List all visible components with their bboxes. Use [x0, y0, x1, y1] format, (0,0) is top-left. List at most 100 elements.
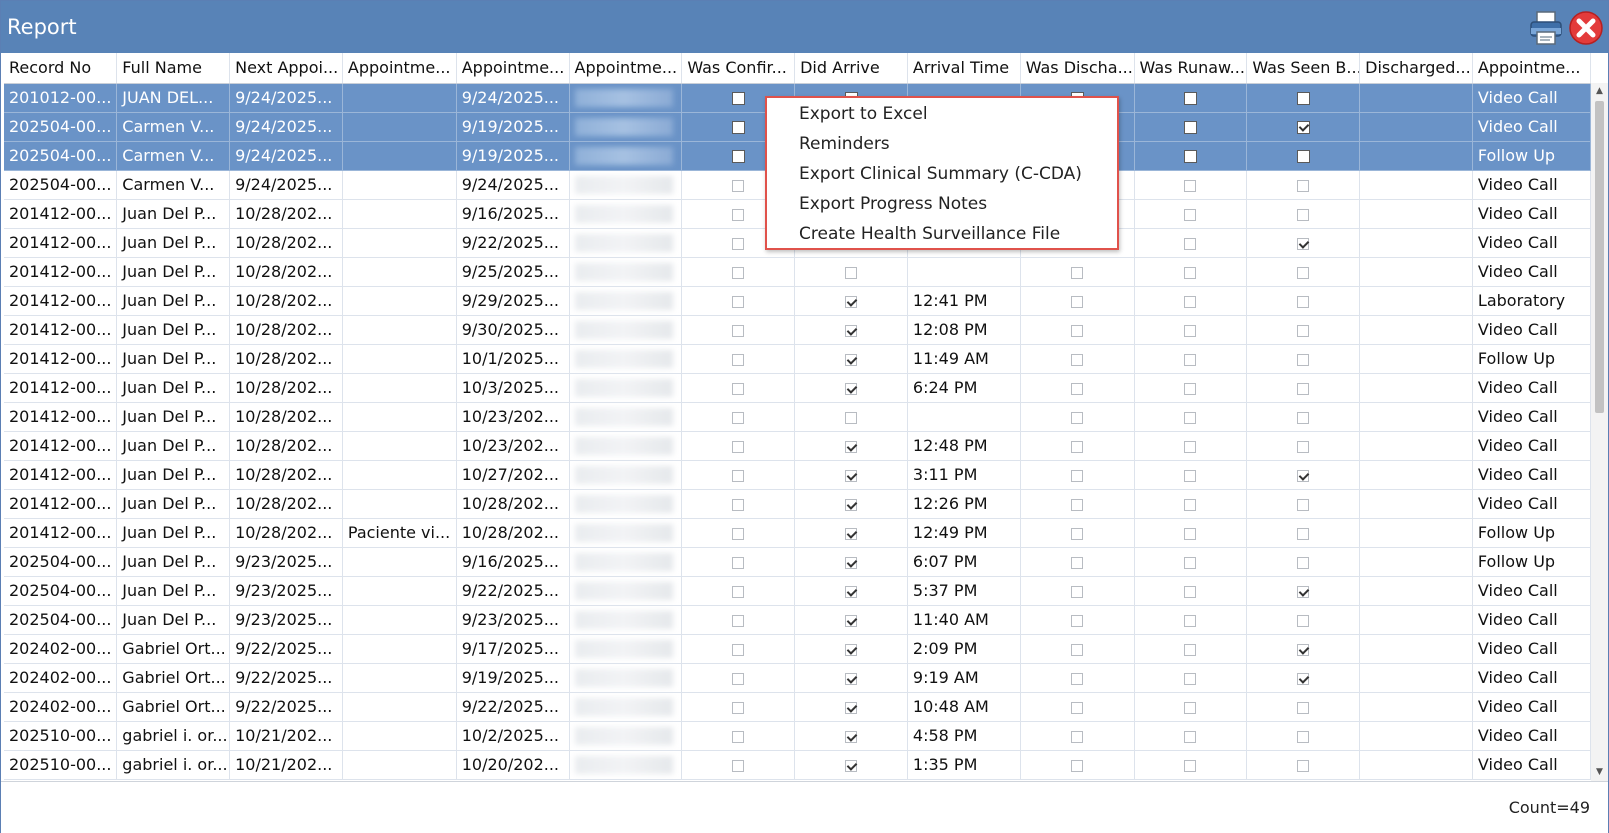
next-appointment-cell[interactable]: 9/24/2025...: [229, 170, 343, 200]
discharged-to-cell[interactable]: [1359, 692, 1473, 722]
full-name-cell[interactable]: Juan Del P...: [116, 373, 231, 403]
column-header[interactable]: Was Seen B...: [1246, 53, 1361, 84]
full-name-cell[interactable]: Juan Del P...: [116, 344, 231, 374]
arrival-time-cell[interactable]: 11:40 AM: [907, 605, 1021, 635]
record-no-cell[interactable]: 201412-00...: [4, 257, 118, 287]
was-runaway-checkbox[interactable]: [1184, 266, 1197, 279]
was-discharged-checkbox[interactable]: [1071, 556, 1084, 569]
was-runaway-checkbox[interactable]: [1184, 759, 1197, 772]
full-name-cell[interactable]: Gabriel Ort...: [116, 692, 231, 722]
appointment-note-cell[interactable]: [342, 286, 457, 316]
was-seen-checkbox[interactable]: [1297, 353, 1310, 366]
full-name-cell[interactable]: Juan Del P...: [116, 547, 231, 577]
was-confirmed-checkbox[interactable]: [732, 672, 745, 685]
appointment-note-cell[interactable]: [342, 605, 457, 635]
record-no-cell[interactable]: 201412-00...: [4, 373, 118, 403]
appointment-note-cell[interactable]: [342, 692, 457, 722]
arrival-time-cell[interactable]: 6:07 PM: [907, 547, 1021, 577]
appointment-type-cell[interactable]: Video Call: [1472, 634, 1591, 664]
was-discharged-checkbox[interactable]: [1071, 643, 1084, 656]
was-runaway-checkbox[interactable]: [1184, 556, 1197, 569]
was-seen-checkbox[interactable]: [1297, 730, 1310, 743]
was-confirmed-checkbox[interactable]: [732, 730, 745, 743]
appointment-date-cell[interactable]: 9/24/2025...: [456, 83, 570, 113]
was-runaway-checkbox[interactable]: [1184, 295, 1197, 308]
discharged-to-cell[interactable]: [1359, 315, 1473, 345]
appointment-date-cell[interactable]: 9/19/2025...: [456, 141, 570, 171]
was-seen-checkbox[interactable]: [1297, 498, 1310, 511]
was-confirmed-checkbox[interactable]: [732, 208, 745, 221]
was-confirmed-checkbox[interactable]: [732, 382, 745, 395]
was-runaway-checkbox[interactable]: [1183, 150, 1197, 163]
discharged-to-cell[interactable]: [1359, 286, 1473, 316]
appointment-date-cell[interactable]: 10/20/202...: [456, 750, 570, 780]
next-appointment-cell[interactable]: 9/22/2025...: [229, 663, 343, 693]
record-no-cell[interactable]: 202402-00...: [4, 663, 118, 693]
record-no-cell[interactable]: 202510-00...: [4, 750, 118, 780]
table-row[interactable]: 201412-00... Juan Del P... 10/28/202... 10/…: [4, 402, 1591, 432]
table-row[interactable]: 202402-00... Gabriel Ort... 9/22/2025... 9/…: [4, 634, 1591, 664]
was-runaway-checkbox[interactable]: [1184, 440, 1197, 453]
discharged-to-cell[interactable]: [1359, 750, 1473, 780]
table-row[interactable]: 201412-00... Juan Del P... 10/28/202... 10/…: [4, 431, 1591, 461]
discharged-to-cell[interactable]: [1359, 663, 1473, 693]
appointment-date-cell[interactable]: 9/23/2025...: [456, 605, 570, 635]
table-row[interactable]: 202402-00... Gabriel Ort... 9/22/2025... 9/…: [4, 663, 1591, 693]
was-seen-checkbox[interactable]: [1297, 643, 1310, 656]
appointment-type-cell[interactable]: Video Call: [1472, 170, 1591, 200]
was-runaway-checkbox[interactable]: [1184, 498, 1197, 511]
did-arrive-checkbox[interactable]: [845, 498, 857, 511]
did-arrive-checkbox[interactable]: [845, 353, 857, 366]
print-button[interactable]: [1528, 10, 1564, 46]
scroll-up-icon[interactable]: ▲: [1591, 83, 1608, 100]
appointment-date-cell[interactable]: 9/25/2025...: [456, 257, 570, 287]
arrival-time-cell[interactable]: [907, 257, 1021, 287]
appointment-note-cell[interactable]: [342, 170, 457, 200]
full-name-cell[interactable]: Carmen V...: [116, 170, 231, 200]
appointment-note-cell[interactable]: [342, 228, 457, 258]
was-discharged-checkbox[interactable]: [1071, 672, 1084, 685]
was-seen-checkbox[interactable]: [1297, 672, 1310, 685]
record-no-cell[interactable]: 202504-00...: [4, 141, 118, 171]
appointment-type-cell[interactable]: Video Call: [1472, 663, 1591, 693]
was-seen-checkbox[interactable]: [1297, 295, 1310, 308]
arrival-time-cell[interactable]: 4:58 PM: [907, 721, 1021, 751]
was-seen-checkbox[interactable]: [1296, 92, 1310, 105]
next-appointment-cell[interactable]: 9/24/2025...: [229, 83, 343, 113]
was-confirmed-checkbox[interactable]: [732, 295, 745, 308]
was-discharged-checkbox[interactable]: [1071, 614, 1084, 627]
record-no-cell[interactable]: 201412-00...: [4, 489, 118, 519]
was-seen-checkbox[interactable]: [1297, 440, 1310, 453]
context-menu-item[interactable]: Export Clinical Summary (C-CDA): [799, 160, 1082, 188]
was-confirmed-checkbox[interactable]: [731, 92, 745, 105]
did-arrive-checkbox[interactable]: [845, 469, 857, 482]
was-discharged-checkbox[interactable]: [1071, 324, 1084, 337]
context-menu-item[interactable]: Reminders: [799, 130, 890, 158]
arrival-time-cell[interactable]: 12:41 PM: [907, 286, 1021, 316]
table-row[interactable]: 202402-00... Gabriel Ort... 9/22/2025... 9/…: [4, 692, 1591, 722]
full-name-cell[interactable]: Juan Del P...: [116, 228, 231, 258]
record-no-cell[interactable]: 201412-00...: [4, 228, 118, 258]
appointment-type-cell[interactable]: Video Call: [1472, 431, 1591, 461]
discharged-to-cell[interactable]: [1359, 344, 1473, 374]
did-arrive-checkbox[interactable]: [845, 759, 857, 772]
next-appointment-cell[interactable]: 9/23/2025...: [229, 547, 343, 577]
next-appointment-cell[interactable]: 10/28/202...: [229, 489, 343, 519]
was-discharged-checkbox[interactable]: [1071, 382, 1084, 395]
appointment-type-cell[interactable]: Video Call: [1472, 692, 1591, 722]
was-runaway-checkbox[interactable]: [1184, 179, 1197, 192]
appointment-type-cell[interactable]: Video Call: [1472, 489, 1591, 519]
appointment-note-cell[interactable]: [342, 344, 457, 374]
was-runaway-checkbox[interactable]: [1184, 469, 1197, 482]
appointment-date-cell[interactable]: 10/1/2025...: [456, 344, 570, 374]
was-seen-checkbox[interactable]: [1297, 759, 1310, 772]
was-discharged-checkbox[interactable]: [1071, 469, 1084, 482]
next-appointment-cell[interactable]: 10/28/202...: [229, 431, 343, 461]
appointment-note-cell[interactable]: [342, 141, 457, 171]
was-discharged-checkbox[interactable]: [1071, 585, 1084, 598]
did-arrive-checkbox[interactable]: [845, 266, 857, 279]
appointment-note-cell[interactable]: [342, 721, 457, 751]
table-row[interactable]: 202510-00... gabriel i. or... 10/21/202...…: [4, 750, 1591, 780]
was-seen-checkbox[interactable]: [1297, 208, 1310, 221]
was-confirmed-checkbox[interactable]: [732, 411, 745, 424]
